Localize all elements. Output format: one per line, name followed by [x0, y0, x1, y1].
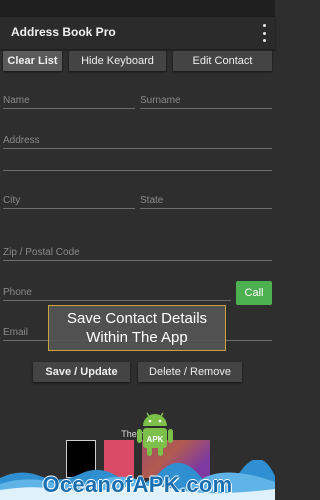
app-title: Address Book Pro — [11, 25, 116, 39]
name-field[interactable]: Name — [3, 92, 135, 109]
clear-list-button[interactable]: Clear List — [3, 51, 62, 71]
surname-placeholder: Surname — [140, 95, 181, 106]
state-field[interactable]: State — [140, 192, 272, 209]
zip-placeholder: Zip / Postal Code — [3, 247, 80, 258]
zip-field[interactable]: Zip / Postal Code — [3, 244, 272, 261]
address-placeholder: Address — [3, 135, 40, 146]
name-placeholder: Name — [3, 95, 30, 106]
promo-line-1: Save Contact Details — [66, 310, 208, 327]
status-bar — [0, 0, 275, 17]
edit-contact-button[interactable]: Edit Contact — [173, 51, 272, 71]
save-update-button[interactable]: Save / Update — [33, 362, 130, 382]
city-placeholder: City — [3, 195, 21, 206]
address-field[interactable]: Address — [3, 132, 272, 149]
surname-field[interactable]: Surname — [140, 92, 272, 109]
city-field[interactable]: City — [3, 192, 135, 209]
overflow-menu-icon[interactable] — [261, 24, 267, 42]
phone-placeholder: Phone — [3, 287, 32, 298]
promo-banner: Save Contact Details Within The App — [48, 305, 226, 351]
delete-remove-button[interactable]: Delete / Remove — [138, 362, 242, 382]
call-button[interactable]: Call — [236, 281, 272, 305]
apk-badge: APK — [147, 435, 164, 444]
email-placeholder: Email — [3, 327, 29, 338]
app-bar: Address Book Pro — [0, 17, 275, 49]
android-robot-icon: APK — [137, 412, 173, 456]
hide-keyboard-button[interactable]: Hide Keyboard — [69, 51, 166, 71]
state-placeholder: State — [140, 195, 164, 206]
promo-line-2: Within The App — [86, 329, 188, 346]
phone-field[interactable]: Phone — [3, 284, 231, 301]
watermark: OceanofAPK.com — [0, 455, 275, 500]
watermark-text: OceanofAPK.com — [42, 472, 233, 497]
address-line — [3, 148, 272, 171]
